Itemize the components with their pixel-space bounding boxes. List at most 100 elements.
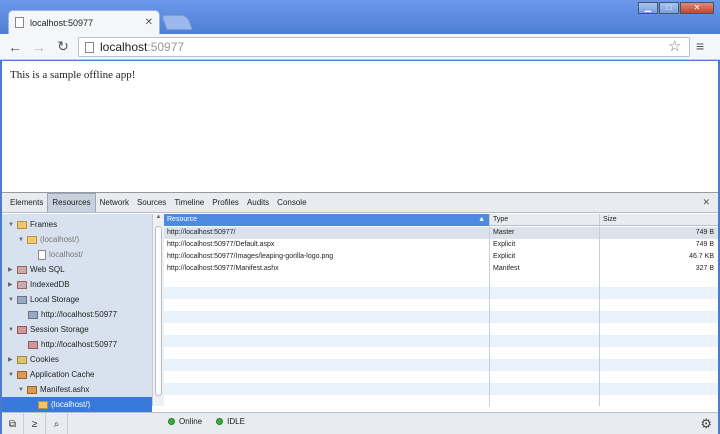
tab-close-icon[interactable]: ✕ — [145, 17, 153, 28]
empty-row — [164, 335, 718, 347]
tree-item-session-storage-origin[interactable]: http://localhost:50977 — [28, 337, 117, 352]
sidebar-scrollbar[interactable]: ▲ — [152, 214, 164, 406]
minimize-button[interactable]: ▁ — [638, 2, 658, 14]
column-divider — [599, 226, 600, 406]
maximize-button[interactable]: □ — [659, 2, 679, 14]
tree-label: (localhost/) — [40, 235, 80, 244]
dock-icon[interactable]: ⧉ — [2, 413, 24, 434]
tab-profiles[interactable]: Profiles — [208, 194, 243, 212]
tab-console[interactable]: Console — [273, 194, 310, 212]
table-row[interactable]: http://localhost:50977/ Master 749 B — [164, 227, 718, 239]
search-icon[interactable]: ⌕ — [46, 413, 68, 434]
folder-icon — [27, 235, 37, 244]
new-tab-button[interactable] — [161, 15, 193, 30]
column-header-type[interactable]: Type — [490, 214, 600, 226]
tree-item-frame-child[interactable]: localhost/ — [38, 247, 83, 262]
back-arrow-icon[interactable]: ← — [8, 39, 22, 55]
online-status: Online — [168, 417, 202, 426]
console-toggle-icon[interactable]: ≥ — [24, 413, 46, 434]
forward-arrow-icon[interactable]: → — [32, 39, 46, 55]
sort-ascending-icon: ▲ — [478, 216, 485, 223]
collapsed-triangle-icon: ▶ — [8, 282, 13, 288]
page-content: This is a sample offline app! — [2, 61, 718, 192]
tree-item-local-storage-origin[interactable]: http://localhost:50977 — [28, 307, 117, 322]
grid-header: Resource ▲ Type Size — [164, 214, 718, 226]
expanded-triangle-icon: ▼ — [18, 386, 24, 393]
menu-icon[interactable]: ≡ — [696, 38, 704, 54]
tree-label: Web SQL — [30, 265, 65, 274]
tree-label: localhost/ — [49, 250, 83, 259]
browser-toolbar: ← → ↻ localhost:50977 ☆ ≡ — [0, 34, 720, 60]
close-window-button[interactable]: ✕ — [680, 2, 714, 14]
file-icon — [38, 249, 46, 260]
tree-label: Frames — [30, 220, 58, 229]
tab-title: localhost:50977 — [30, 17, 94, 28]
cell-resource: http://localhost:50977/ — [167, 229, 236, 236]
status-dot-icon — [216, 418, 224, 425]
tab-sources[interactable]: Sources — [133, 194, 170, 212]
tree-item-app-cache[interactable]: ▼ Application Cache — [8, 367, 94, 382]
table-row[interactable]: http://localhost:50977/Manifest.ashx Man… — [164, 263, 718, 275]
table-row[interactable]: http://localhost:50977/Default.aspx Expl… — [164, 239, 718, 251]
status-items: Online IDLE — [168, 417, 245, 426]
window-controls: ▁ □ ✕ — [638, 2, 714, 14]
title-bar: localhost:50977 ✕ ▁ □ ✕ — [0, 0, 720, 34]
cell-resource: http://localhost:50977/Manifest.ashx — [167, 265, 279, 272]
database-icon — [17, 280, 27, 289]
collapsed-triangle-icon: ▶ — [8, 267, 13, 273]
reload-icon[interactable]: ↻ — [56, 38, 70, 55]
tab-timeline[interactable]: Timeline — [170, 194, 208, 212]
tree-item-manifest-frame-selected[interactable]: (localhost/) — [2, 397, 152, 412]
collapsed-triangle-icon: ▶ — [8, 357, 13, 363]
cell-resource: http://localhost:50977/Images/leaping-go… — [167, 253, 334, 260]
address-bar[interactable]: localhost:50977 — [78, 37, 690, 57]
cell-type: Manifest — [493, 265, 520, 272]
expanded-triangle-icon: ▼ — [8, 371, 14, 378]
tree-label: Manifest.ashx — [40, 385, 90, 394]
tree-label: Application Cache — [30, 370, 95, 379]
url-host: localhost — [100, 40, 148, 54]
tree-item-cookies[interactable]: ▶ Cookies — [8, 352, 59, 367]
tree-label: Cookies — [30, 355, 59, 364]
tree-label: (localhost/) — [51, 400, 91, 409]
tree-item-local-storage[interactable]: ▼ Local Storage — [8, 292, 79, 307]
status-label: IDLE — [227, 417, 245, 426]
tab-audits[interactable]: Audits — [243, 194, 273, 212]
tree-item-frames[interactable]: ▼ Frames — [8, 217, 57, 232]
tree-label: Session Storage — [30, 325, 89, 334]
tree-item-session-storage[interactable]: ▼ Session Storage — [8, 322, 89, 337]
storage-icon — [28, 340, 38, 349]
database-icon — [17, 265, 27, 274]
devtools-tabs: Elements Resources Network Sources Timel… — [2, 193, 718, 213]
scroll-up-icon[interactable]: ▲ — [153, 214, 164, 220]
scrollbar-thumb[interactable] — [155, 226, 162, 396]
gear-icon[interactable]: ⚙ — [700, 416, 712, 432]
tree-label: Local Storage — [30, 295, 80, 304]
tab-resources[interactable]: Resources — [47, 193, 96, 212]
empty-row — [164, 383, 718, 395]
devtools-close-icon[interactable]: ✕ — [702, 197, 710, 208]
folder-icon — [17, 220, 27, 229]
status-label: Online — [179, 417, 203, 426]
tree-item-manifest[interactable]: ▼ Manifest.ashx — [18, 382, 89, 397]
table-row[interactable]: http://localhost:50977/Images/leaping-go… — [164, 251, 718, 263]
tree-label: http://localhost:50977 — [41, 340, 118, 349]
folder-icon — [38, 400, 48, 409]
expanded-triangle-icon: ▼ — [18, 236, 24, 243]
page-text: This is a sample offline app! — [10, 69, 136, 81]
tree-item-indexeddb[interactable]: ▶ IndexedDB — [8, 277, 70, 292]
bookmark-star-icon[interactable]: ☆ — [668, 37, 681, 55]
expanded-triangle-icon: ▼ — [8, 296, 14, 303]
app-cache-grid: Resource ▲ Type Size http://localhost:50… — [164, 214, 718, 406]
page-icon — [15, 17, 24, 28]
tab-network[interactable]: Network — [96, 194, 133, 212]
idle-status: IDLE — [216, 417, 245, 426]
storage-icon — [17, 295, 27, 304]
tree-item-web-sql[interactable]: ▶ Web SQL — [8, 262, 65, 277]
tree-item-frame-root[interactable]: ▼ (localhost/) — [18, 232, 79, 247]
url-port: :50977 — [147, 40, 185, 54]
browser-tab[interactable]: localhost:50977 ✕ — [8, 10, 160, 34]
column-header-resource[interactable]: Resource ▲ — [164, 214, 490, 226]
tab-elements[interactable]: Elements — [6, 194, 47, 212]
column-header-size[interactable]: Size — [600, 214, 718, 226]
